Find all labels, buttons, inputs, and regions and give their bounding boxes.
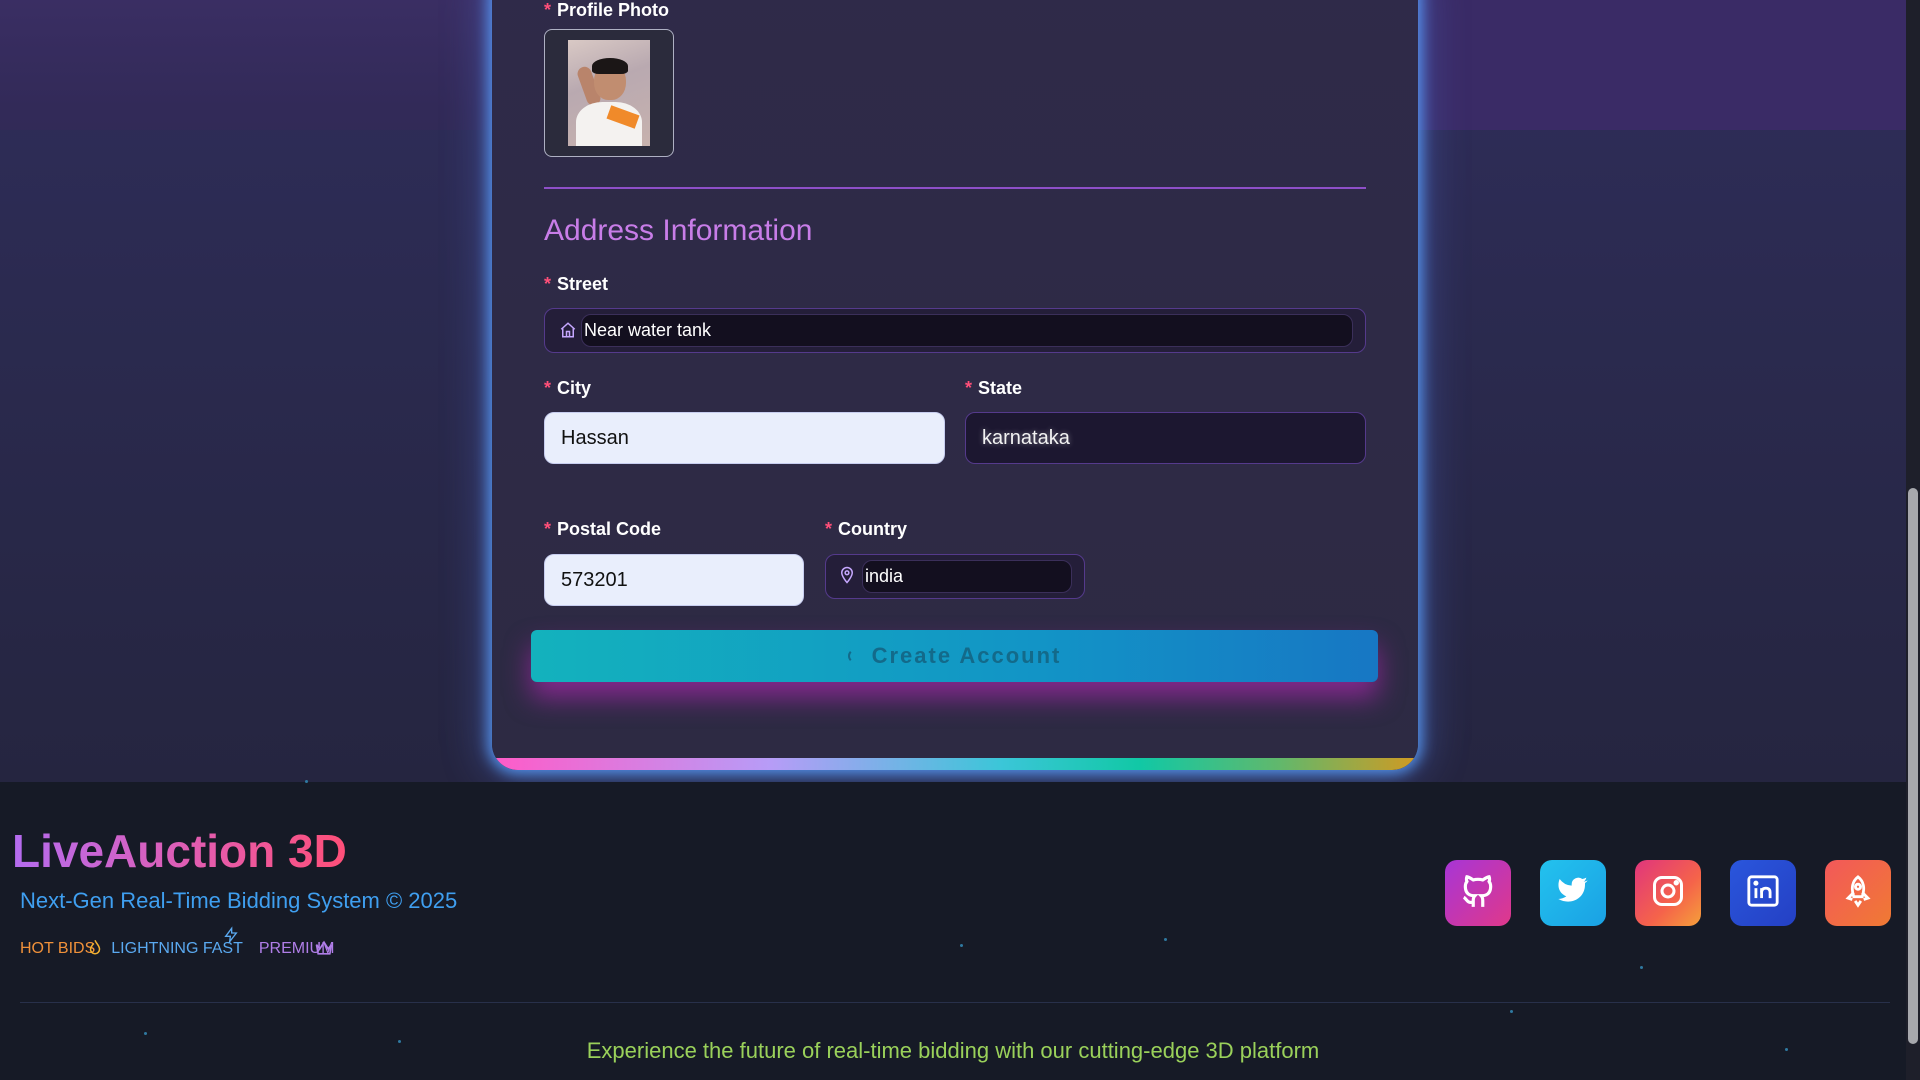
feature-badges: HOT BIDS LIGHTNING FAST PREMIUM — [20, 926, 350, 958]
badge-lightning-fast: LIGHTNING FAST — [111, 926, 243, 958]
footer-brand[interactable]: LiveAuction 3D — [12, 824, 347, 878]
state-label: * State — [965, 378, 1023, 398]
home-icon — [559, 321, 577, 344]
street-input[interactable]: Near water tank — [581, 314, 1353, 347]
background-band — [1390, 0, 1910, 130]
instagram-icon — [1650, 873, 1686, 914]
linkedin-icon — [1746, 874, 1780, 913]
twitter-button[interactable] — [1540, 860, 1606, 926]
rocket-button[interactable] — [1825, 860, 1891, 926]
profile-photo-label: * Profile Photo — [544, 0, 670, 20]
country-input[interactable]: india — [862, 560, 1072, 593]
country-label: * Country — [825, 519, 908, 539]
loading-spinner-icon — [847, 649, 862, 663]
profile-photo-image — [568, 40, 650, 146]
footer-divider — [20, 1002, 1890, 1003]
city-input[interactable]: Hassan — [544, 412, 945, 464]
rocket-icon — [1841, 874, 1875, 913]
crown-icon — [313, 938, 335, 963]
github-button[interactable] — [1445, 860, 1511, 926]
twitter-icon — [1555, 875, 1591, 912]
card-gradient-bar — [492, 758, 1418, 770]
postal-code-input[interactable]: 573201 — [544, 554, 804, 606]
flame-icon — [86, 938, 104, 961]
instagram-button[interactable] — [1635, 860, 1701, 926]
scrollbar-thumb[interactable] — [1908, 488, 1918, 1044]
badge-premium: PREMIUM — [259, 940, 335, 958]
page-scrollbar[interactable] — [1906, 0, 1920, 1080]
registration-card: * Profile Photo Address Information * Stre… — [492, 0, 1418, 770]
street-label: * Street — [544, 274, 609, 294]
profile-photo-preview[interactable] — [544, 29, 674, 157]
postal-code-label: * Postal Code — [544, 519, 662, 539]
city-label: * City — [544, 378, 592, 398]
footer-slogan: Experience the future of real-time biddi… — [586, 1038, 1320, 1063]
street-field[interactable]: Near water tank — [544, 308, 1366, 353]
create-account-button[interactable]: Create Account — [531, 630, 1378, 682]
site-footer: LiveAuction 3D Next-Gen Real-Time Biddin… — [0, 780, 1906, 1080]
badge-hot-bids: HOT BIDS — [20, 939, 101, 958]
section-divider — [544, 187, 1366, 189]
lightning-icon — [223, 926, 239, 949]
footer-tagline: Next-Gen Real-Time Bidding System © 2025 — [20, 888, 458, 913]
map-pin-icon — [838, 566, 856, 589]
country-field[interactable]: india — [825, 554, 1085, 599]
state-input[interactable]: karnataka — [965, 412, 1366, 464]
address-section-title: Address Information — [544, 214, 813, 247]
linkedin-button[interactable] — [1730, 860, 1796, 926]
github-icon — [1459, 872, 1497, 915]
